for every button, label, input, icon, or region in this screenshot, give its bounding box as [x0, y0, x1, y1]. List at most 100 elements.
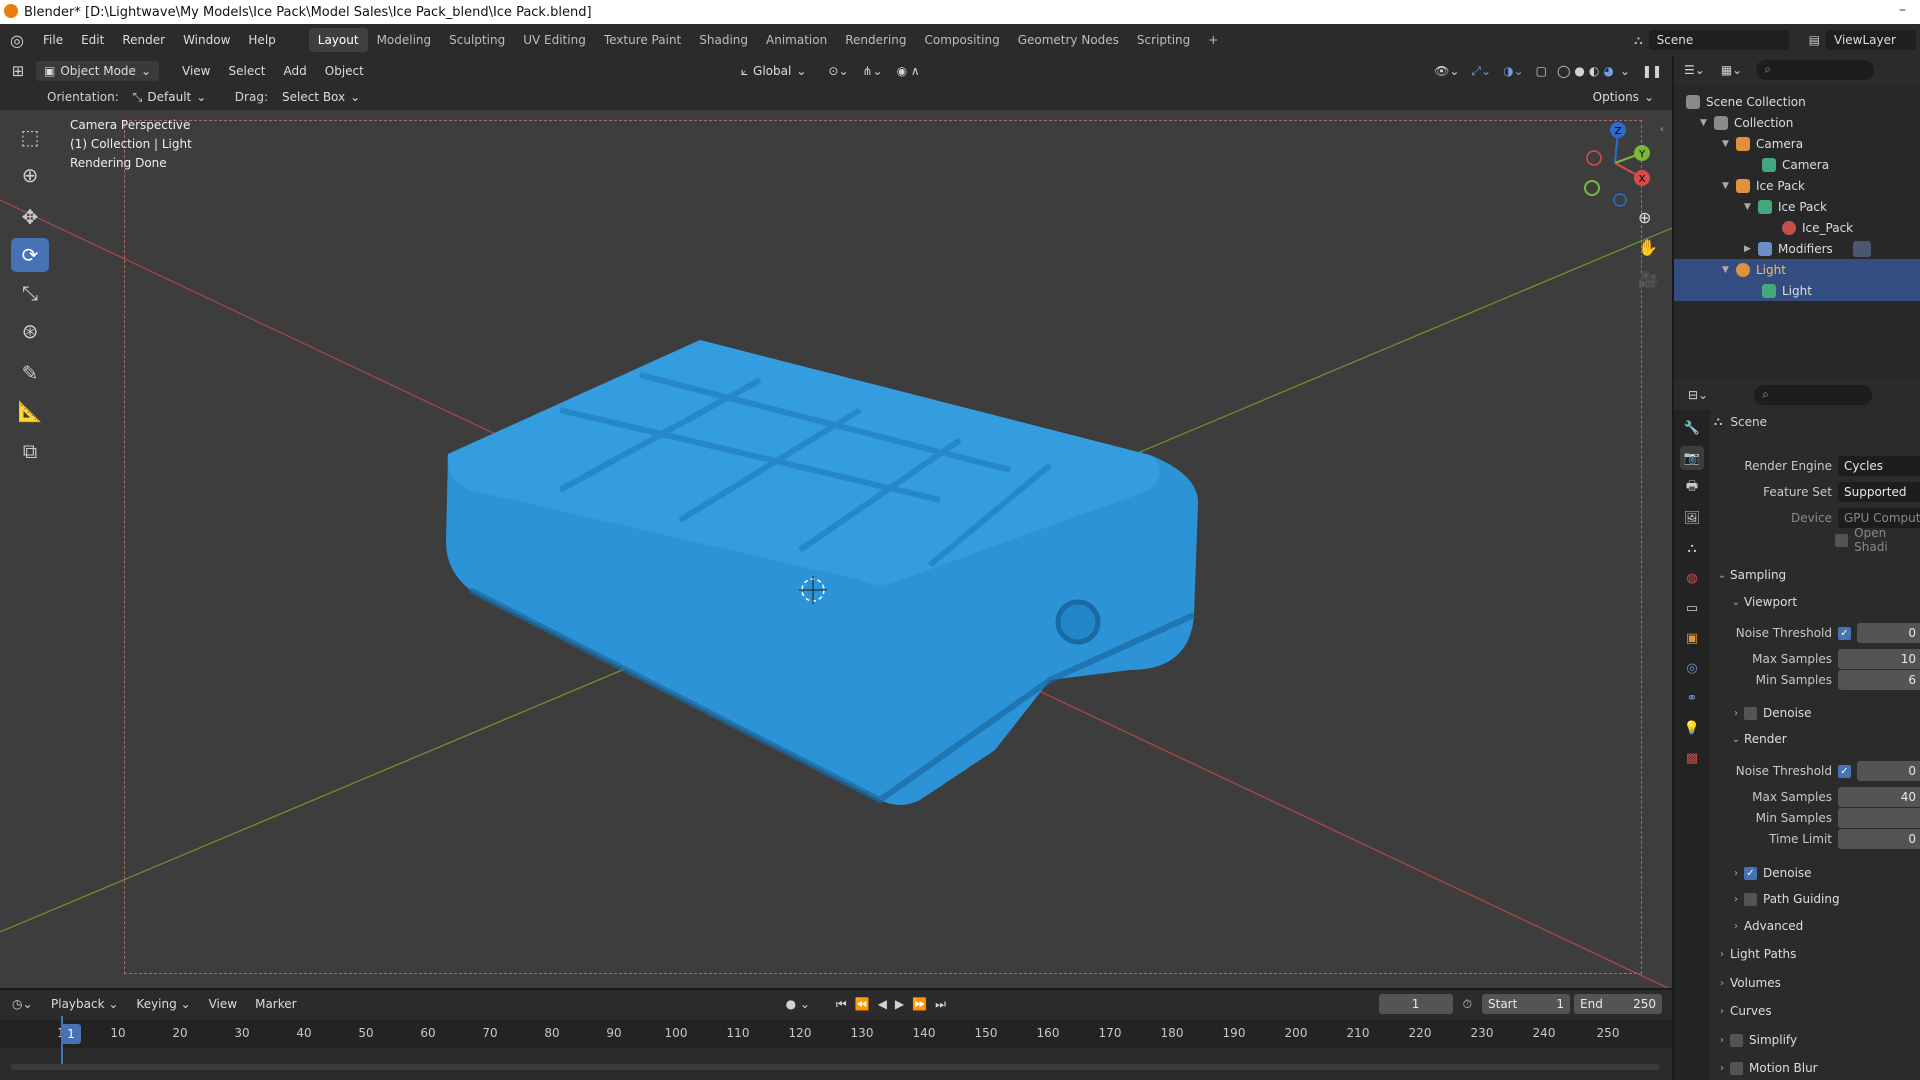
menu-help[interactable]: Help — [239, 33, 284, 47]
sampling-section[interactable]: ⌄ Sampling — [1714, 564, 1920, 586]
timeline-menu-marker[interactable]: Marker — [246, 997, 305, 1011]
physics-tab-icon[interactable]: ◎ — [1680, 656, 1704, 680]
r-denoise-subsection[interactable]: › ✓ Denoise — [1714, 862, 1920, 884]
end-frame-field[interactable]: End 250 — [1574, 994, 1662, 1014]
transform-tool-icon[interactable]: ⊛ — [11, 314, 49, 348]
menu-file[interactable]: File — [34, 33, 72, 47]
timeline-menu-playback[interactable]: Playback ⌄ — [42, 997, 127, 1011]
view-layer-tab-icon[interactable]: 🖼 — [1680, 506, 1704, 530]
constraints-tab-icon[interactable]: ⚭ — [1680, 686, 1704, 710]
record-icon[interactable]: ● ⌄ — [786, 997, 810, 1011]
tab-scripting[interactable]: Scripting — [1128, 28, 1199, 52]
cursor-tool-icon[interactable]: ⊕ — [11, 158, 49, 192]
play-reverse-icon[interactable]: ◀ — [878, 997, 887, 1011]
tab-rendering[interactable]: Rendering — [836, 28, 915, 52]
timeline-menu-keying[interactable]: Keying ⌄ — [127, 997, 199, 1011]
tab-shading[interactable]: Shading — [690, 28, 757, 52]
vp-noise-threshold-field[interactable]: 0 — [1857, 623, 1920, 643]
annotate-tool-icon[interactable]: ✎ — [11, 356, 49, 390]
open-shading-checkbox[interactable] — [1835, 533, 1849, 547]
outliner-row-modifiers[interactable]: ▶ Modifiers — [1674, 238, 1920, 259]
time-limit-field[interactable]: 0 — [1838, 829, 1920, 849]
vp-max-samples-field[interactable]: 10 — [1838, 649, 1920, 669]
jump-start-icon[interactable]: ⏮ — [836, 997, 847, 1012]
playhead[interactable]: 1 — [61, 1024, 81, 1044]
world-tab-icon[interactable]: ◍ — [1680, 566, 1704, 590]
outliner-row-icepack-mesh[interactable]: ▼ Ice Pack — [1674, 196, 1920, 217]
outliner-row-scene-collection[interactable]: Scene Collection — [1674, 91, 1920, 112]
render-subsection[interactable]: ⌄ Render — [1714, 728, 1920, 750]
outliner-editor-icon[interactable]: ☰⌄ — [1684, 63, 1705, 77]
tool-tab-icon[interactable]: 🔧 — [1680, 416, 1704, 440]
outliner-search-field[interactable]: ⌕ — [1756, 60, 1875, 80]
snap-icon[interactable]: ⋔⌄ — [863, 64, 883, 78]
minimize-button[interactable]: – — [1899, 2, 1906, 18]
blender-menu-icon[interactable]: ◎ — [0, 31, 34, 50]
tab-modeling[interactable]: Modeling — [368, 28, 441, 52]
tab-geometry-nodes[interactable]: Geometry Nodes — [1009, 28, 1128, 52]
jump-end-icon[interactable]: ⏭ — [935, 997, 946, 1012]
outliner-row-camera-object[interactable]: ▼ Camera — [1674, 133, 1920, 154]
tab-texture-paint[interactable]: Texture Paint — [595, 28, 690, 52]
rotate-tool-icon[interactable]: ⟳ — [11, 238, 49, 272]
light-paths-section[interactable]: › Light Paths — [1714, 943, 1920, 965]
display-mode-icon[interactable]: ▦⌄ — [1721, 63, 1742, 77]
scene-icon[interactable]: ⛬ — [1634, 33, 1642, 48]
outliner-row-icepack-material[interactable]: Ice_Pack — [1674, 217, 1920, 238]
viewport-menu-object[interactable]: Object — [316, 64, 373, 78]
outliner-row-collection[interactable]: ▼ Collection — [1674, 112, 1920, 133]
expand-triangle-icon[interactable]: ▶ — [1744, 244, 1758, 254]
pivot-icon[interactable]: ⊙⌄ — [828, 64, 848, 78]
expand-triangle-icon[interactable]: ▼ — [1744, 202, 1758, 212]
expand-triangle-icon[interactable]: ▼ — [1700, 118, 1714, 128]
simplify-checkbox[interactable] — [1730, 1033, 1743, 1047]
pan-hand-icon[interactable]: ✋ — [1638, 238, 1658, 257]
navigation-gizmo[interactable]: Z Y X — [1570, 118, 1660, 208]
r-max-samples-field[interactable]: 40 — [1838, 787, 1920, 807]
output-tab-icon[interactable]: 🖶 — [1680, 476, 1704, 500]
select-box-tool-icon[interactable]: ⬚ — [11, 120, 49, 154]
properties-editor-icon[interactable]: ⊟⌄ — [1688, 388, 1708, 402]
outliner-row-light-object[interactable]: ▼ Light — [1674, 259, 1920, 280]
play-icon[interactable]: ▶ — [895, 997, 904, 1011]
vp-noise-threshold-checkbox[interactable]: ✓ — [1838, 626, 1851, 640]
measure-tool-icon[interactable]: 📐 — [11, 394, 49, 428]
proportional-edit-icon[interactable]: ◉ ∧ — [897, 64, 920, 78]
simplify-section[interactable]: › Simplify — [1714, 1029, 1920, 1051]
outliner-row-light-data[interactable]: Light — [1674, 280, 1920, 301]
viewport-menu-add[interactable]: Add — [275, 64, 316, 78]
viewport-menu-view[interactable]: View — [173, 64, 219, 78]
motion-blur-checkbox[interactable] — [1730, 1061, 1743, 1075]
timeline-scrollbar[interactable] — [10, 1064, 1660, 1070]
feature-set-dropdown[interactable]: Supported — [1838, 482, 1920, 502]
vp-denoise-subsection[interactable]: › Denoise — [1714, 702, 1920, 724]
material-shading-icon[interactable]: ◐ — [1589, 64, 1599, 78]
volumes-section[interactable]: › Volumes — [1714, 972, 1920, 994]
render-engine-dropdown[interactable]: Cycles — [1838, 456, 1920, 476]
clock-icon[interactable]: ⏱ — [1463, 997, 1472, 1012]
r-noise-threshold-field[interactable]: 0 — [1857, 761, 1920, 781]
prev-keyframe-icon[interactable]: ⏪ — [855, 997, 870, 1011]
r-denoise-checkbox[interactable]: ✓ — [1744, 866, 1757, 880]
3d-viewport[interactable]: Camera Perspective (1) Collection | Ligh… — [0, 110, 1672, 988]
timeline-menu-view[interactable]: View — [200, 997, 246, 1011]
tab-sculpting[interactable]: Sculpting — [440, 28, 514, 52]
camera-view-icon[interactable]: 🎥 — [1638, 270, 1658, 289]
vp-min-samples-field[interactable]: 6 — [1838, 670, 1920, 690]
viewlayer-icon[interactable]: ▤ — [1809, 33, 1820, 47]
move-tool-icon[interactable]: ✥ — [11, 200, 49, 234]
motion-blur-section[interactable]: › Motion Blur — [1714, 1057, 1920, 1079]
gizmo-toggle-icon[interactable]: ⤢⌄ — [1471, 64, 1491, 79]
viewport-menu-select[interactable]: Select — [219, 64, 274, 78]
drag-dropdown[interactable]: Select Box ⌄ — [274, 87, 368, 107]
tab-compositing[interactable]: Compositing — [915, 28, 1008, 52]
object-mode-dropdown[interactable]: ▣ Object Mode ⌄ — [36, 61, 159, 81]
tab-uv-editing[interactable]: UV Editing — [514, 28, 595, 52]
r-min-samples-field[interactable] — [1838, 808, 1920, 828]
tab-layout[interactable]: Layout — [308, 28, 368, 52]
viewport-subsection[interactable]: ⌄ Viewport — [1714, 591, 1920, 613]
current-frame-field[interactable]: 1 — [1378, 994, 1453, 1014]
editor-type-icon[interactable]: ⊞ — [0, 62, 36, 80]
expand-triangle-icon[interactable]: ▼ — [1722, 265, 1736, 275]
path-guiding-subsection[interactable]: › Path Guiding — [1714, 888, 1920, 910]
